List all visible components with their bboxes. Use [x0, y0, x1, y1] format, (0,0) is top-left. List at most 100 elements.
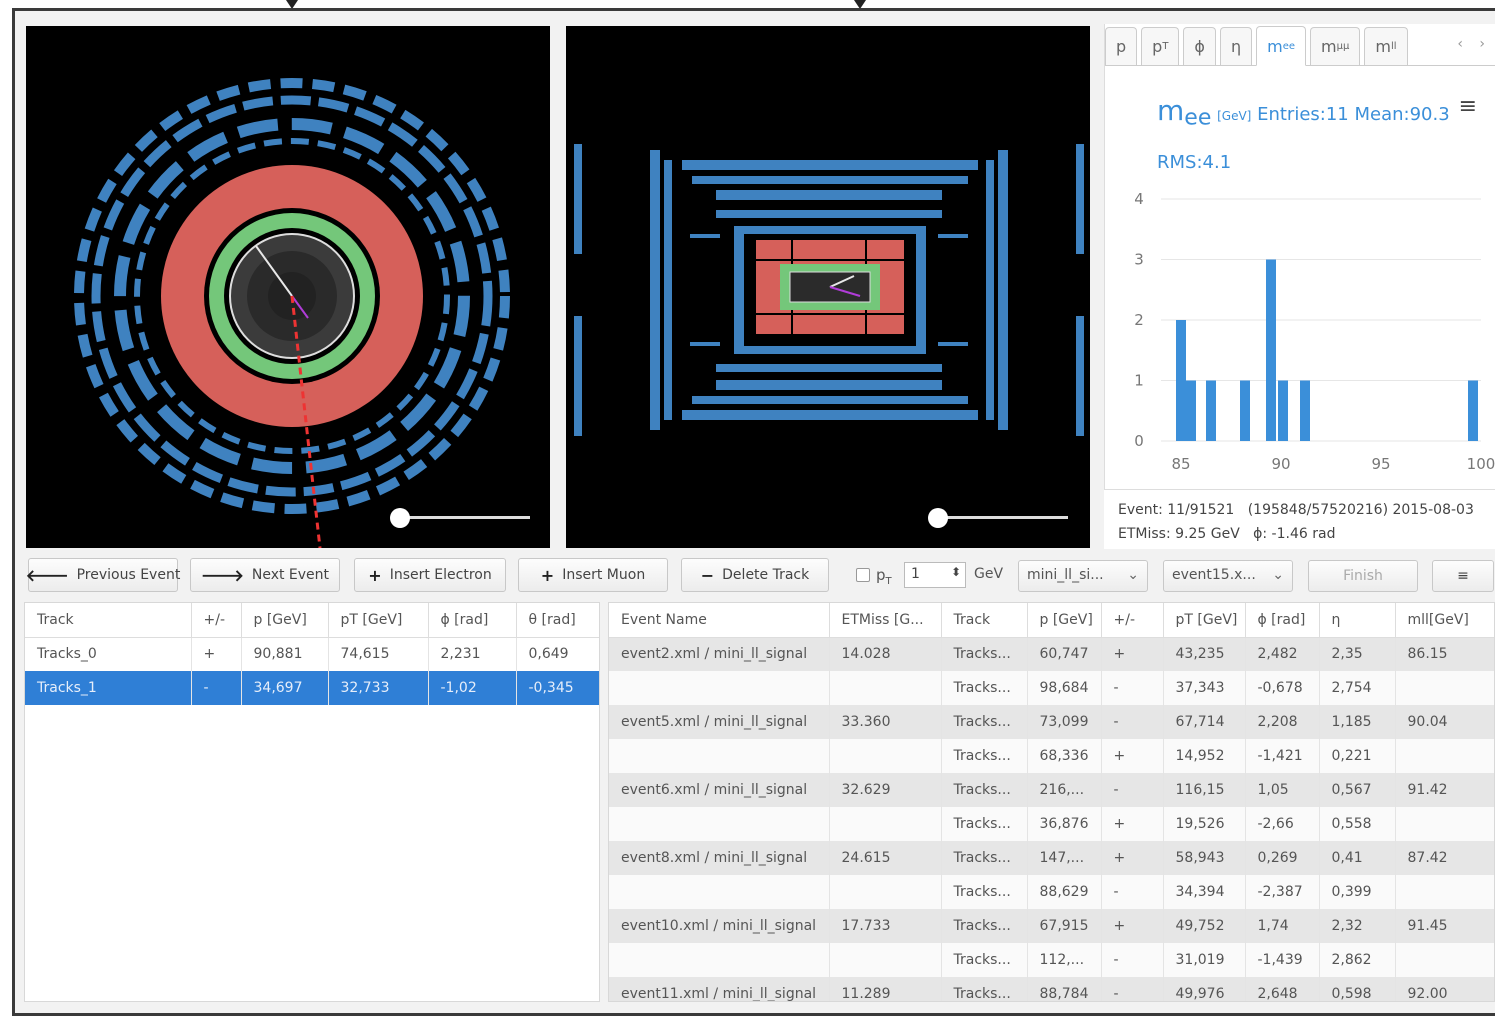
- table-cell: 58,943: [1163, 841, 1246, 875]
- tab-label: p: [1116, 37, 1127, 56]
- menu-button[interactable]: ≡: [1432, 560, 1494, 592]
- zoom-slider-handle[interactable]: [928, 508, 948, 528]
- pt-filter-checkbox[interactable]: [856, 568, 870, 582]
- table-row[interactable]: event10.xml / mini_ll_signal 17.733 Tracks…: [609, 909, 1494, 943]
- insert-electron-button[interactable]: + Insert Electron: [354, 558, 506, 592]
- table-cell: Tracks...: [941, 637, 1028, 671]
- tab-5[interactable]: m μμ: [1310, 27, 1361, 65]
- column-header[interactable]: θ [rad]: [516, 603, 599, 638]
- tab-sub: ll: [1390, 41, 1397, 52]
- hamburger-icon[interactable]: ≡: [1459, 94, 1477, 119]
- table-cell: 36,876: [1027, 807, 1102, 841]
- table-cell: -1,439: [1245, 943, 1320, 977]
- delete-track-button[interactable]: − Delete Track: [681, 558, 829, 592]
- column-header[interactable]: pT [GeV]: [328, 603, 429, 638]
- column-header[interactable]: pT [GeV]: [1163, 603, 1246, 638]
- column-header[interactable]: +/-: [191, 603, 242, 638]
- table-cell: 92.00: [1395, 977, 1494, 1001]
- event-display-xy[interactable]: [26, 26, 550, 548]
- table-cell: Tracks...: [941, 739, 1028, 773]
- table-cell: 11.289: [829, 977, 942, 1001]
- previous-event-label: Previous Event: [76, 567, 181, 583]
- table-row[interactable]: Tracks... 88,629-34,394 -2,387 0,399: [609, 875, 1494, 909]
- table-cell: [609, 807, 830, 841]
- previous-event-button[interactable]: 🡐 Previous Event: [25, 558, 181, 592]
- table-cell: [609, 739, 830, 773]
- column-header[interactable]: ϕ [rad]: [428, 603, 517, 638]
- arrow-left-icon: 🡐: [25, 566, 69, 585]
- spinner-icon[interactable]: ⬍: [951, 565, 961, 579]
- histogram-bar[interactable]: [1206, 380, 1216, 442]
- next-event-button[interactable]: 🡒 Next Event: [190, 558, 340, 592]
- table-row[interactable]: Tracks_1-34,697 32,733 -1,02 -0,345: [25, 671, 599, 705]
- table-cell: -1,421: [1245, 739, 1320, 773]
- table-cell: +: [191, 637, 242, 671]
- table-row[interactable]: event11.xml / mini_ll_signal 11.289 Tracks…: [609, 977, 1494, 1001]
- zoom-slider[interactable]: [390, 508, 532, 528]
- column-header[interactable]: ϕ [rad]: [1245, 603, 1320, 638]
- tab-2[interactable]: ϕ: [1183, 27, 1216, 65]
- column-header[interactable]: p [GeV]: [241, 603, 329, 638]
- event-file-select[interactable]: event15.x... ⌄: [1163, 560, 1293, 592]
- table-cell: 216,...: [1027, 773, 1102, 807]
- table-row[interactable]: event5.xml / mini_ll_signal 33.360 Tracks.…: [609, 705, 1494, 739]
- table-cell: -: [1101, 705, 1164, 739]
- table-cell: 88,784: [1027, 977, 1102, 1001]
- table-row[interactable]: event8.xml / mini_ll_signal 24.615 Tracks.…: [609, 841, 1494, 875]
- histogram-bar[interactable]: [1186, 380, 1196, 442]
- table-cell: event2.xml / mini_ll_signal: [609, 637, 830, 671]
- column-header[interactable]: Track: [941, 603, 1028, 638]
- dataset-select[interactable]: mini_ll_si... ⌄: [1018, 560, 1148, 592]
- table-cell: [609, 943, 830, 977]
- histogram-bar[interactable]: [1300, 380, 1310, 442]
- table-row[interactable]: event2.xml / mini_ll_signal 14.028 Tracks.…: [609, 637, 1494, 671]
- table-row[interactable]: Tracks... 98,684-37,343 -0,678 2,754: [609, 671, 1494, 705]
- tab-label: p: [1152, 37, 1163, 56]
- table-row[interactable]: Tracks_0 +90,881 74,615 2,231 0,649: [25, 637, 599, 671]
- histogram-bar[interactable]: [1278, 380, 1288, 442]
- tab-3[interactable]: η: [1219, 27, 1253, 65]
- histogram-bar[interactable]: [1266, 259, 1276, 442]
- table-row[interactable]: event6.xml / mini_ll_signal 32.629 Tracks.…: [609, 773, 1494, 807]
- finish-button[interactable]: Finish: [1308, 560, 1418, 592]
- table-cell: 32.629: [829, 773, 942, 807]
- column-header[interactable]: +/-: [1101, 603, 1164, 638]
- column-header[interactable]: Track: [25, 603, 192, 638]
- event-display-rz[interactable]: [566, 26, 1090, 548]
- tab-6[interactable]: m ll: [1364, 27, 1408, 65]
- chevron-down-icon: ⌄: [1127, 567, 1139, 583]
- insert-muon-button[interactable]: + Insert Muon: [518, 558, 668, 592]
- tab-sub: T: [1162, 41, 1169, 52]
- table-cell: Tracks...: [941, 943, 1028, 977]
- table-row[interactable]: Tracks... 36,876 +19,526 -2,66 0,558: [609, 807, 1494, 841]
- column-header[interactable]: mll[GeV]: [1395, 603, 1494, 638]
- table-cell: 67,714: [1163, 705, 1246, 739]
- column-header[interactable]: ETMiss [G...: [829, 603, 942, 638]
- table-cell: 43,235: [1163, 637, 1246, 671]
- table-cell: 19,526: [1163, 807, 1246, 841]
- zoom-slider-rz[interactable]: [928, 508, 1070, 528]
- table-row[interactable]: Tracks... 112,... -31,019 -1,439 2,862: [609, 943, 1494, 977]
- column-header[interactable]: p [GeV]: [1027, 603, 1102, 638]
- histogram-bar[interactable]: [1468, 380, 1478, 442]
- table-cell: [1395, 671, 1494, 705]
- column-header[interactable]: η: [1319, 603, 1396, 638]
- table-cell: -2,387: [1245, 875, 1320, 909]
- table-row[interactable]: Tracks... 68,336 +14,952 -1,421 0,221: [609, 739, 1494, 773]
- table-cell: +: [1101, 841, 1164, 875]
- tab-scroll-arrows[interactable]: ‹ ›: [1457, 36, 1491, 52]
- finish-label: Finish: [1343, 568, 1383, 584]
- tab-0[interactable]: p: [1105, 27, 1138, 65]
- tab-1[interactable]: pT: [1141, 27, 1180, 65]
- column-header[interactable]: Event Name: [609, 603, 830, 638]
- title-unit: [GeV]: [1217, 109, 1252, 123]
- histogram-bar[interactable]: [1176, 320, 1186, 441]
- tab-4[interactable]: m ee: [1256, 26, 1307, 66]
- zoom-slider-handle[interactable]: [390, 508, 410, 528]
- dataset-value: mini_ll_si...: [1027, 567, 1104, 583]
- event-number: Event: 11/91521: [1118, 502, 1235, 518]
- table-cell: event5.xml / mini_ll_signal: [609, 705, 830, 739]
- pt-threshold-input[interactable]: 1 ⬍: [904, 562, 966, 588]
- rz-detector-view: [574, 144, 1084, 436]
- histogram-bar[interactable]: [1240, 380, 1250, 442]
